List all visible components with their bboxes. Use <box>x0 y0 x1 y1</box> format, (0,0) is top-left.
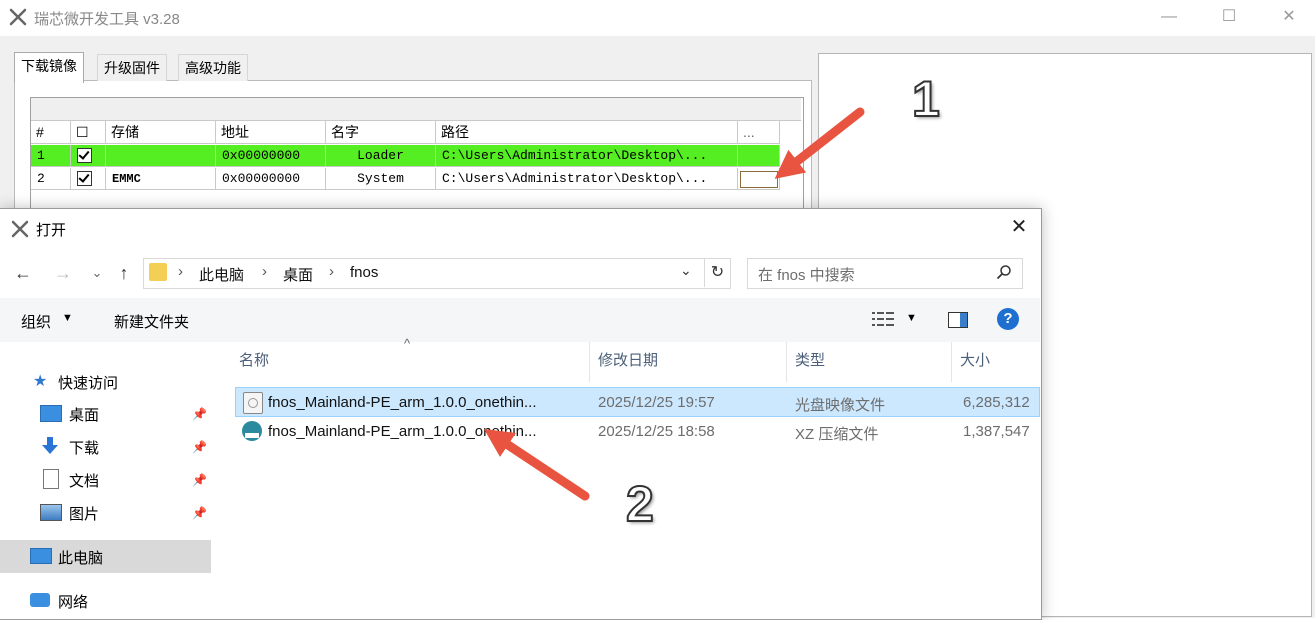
annotation-arrows <box>483 107 865 501</box>
annotation-label-2: 2 <box>625 475 655 533</box>
annotation-arrow-2 <box>483 429 590 501</box>
annotation-label-1: 1 <box>911 70 941 128</box>
annotation-arrow-1 <box>774 107 865 179</box>
tab-download-image[interactable]: 下载镜像 <box>14 52 84 83</box>
